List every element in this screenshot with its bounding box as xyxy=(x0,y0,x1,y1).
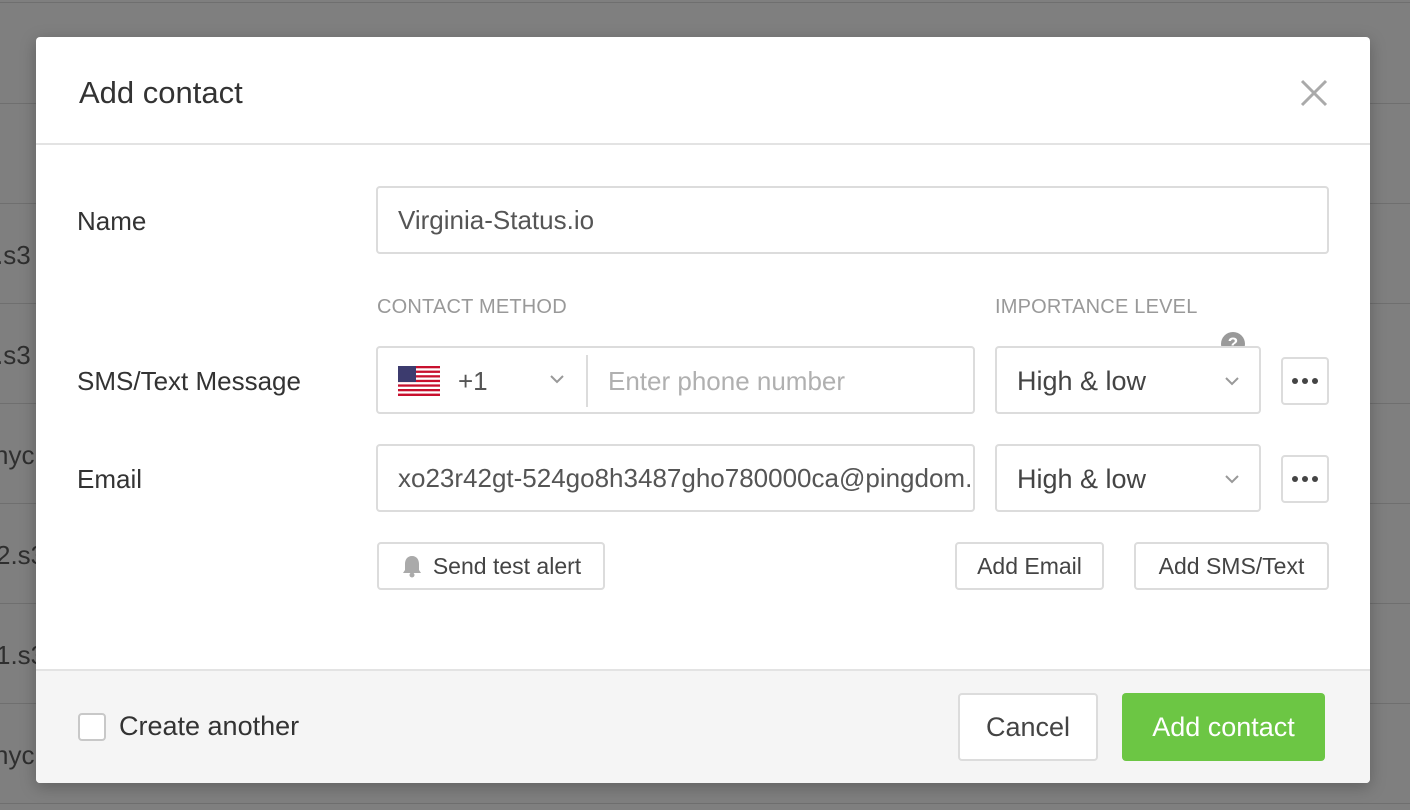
sms-importance-value: High & low xyxy=(1017,366,1147,396)
phone-input-group: +1 Enter phone number xyxy=(376,346,975,414)
background-row-text: .s3 xyxy=(0,340,31,370)
modal-title: Add contact xyxy=(79,75,243,110)
name-label: Name xyxy=(77,206,147,236)
modal-header: Add contact xyxy=(36,37,1370,145)
sms-label: SMS/Text Message xyxy=(77,366,301,396)
dial-code[interactable]: +1 xyxy=(458,366,488,397)
ellipsis-icon xyxy=(1292,378,1298,384)
chevron-down-icon[interactable] xyxy=(548,370,566,388)
add-contact-button[interactable]: Add contact xyxy=(1122,693,1325,761)
create-another-label[interactable]: Create another xyxy=(119,711,299,742)
background-row-text: nyc xyxy=(0,740,35,770)
ellipsis-dot xyxy=(1312,378,1318,384)
modal-footer: Create another Cancel Add contact xyxy=(36,669,1370,783)
email-input[interactable]: xo23r42gt-524go8h3487gho780000ca@pingdom… xyxy=(376,444,975,512)
ellipsis-dot xyxy=(1302,476,1308,482)
background-row-text: nyc xyxy=(0,440,35,470)
chevron-down-icon xyxy=(1225,377,1239,386)
sms-more-button[interactable] xyxy=(1281,357,1329,405)
close-icon xyxy=(1300,79,1328,107)
contact-method-header: CONTACT METHOD xyxy=(377,296,567,318)
sms-importance-select[interactable]: High & low xyxy=(995,346,1261,414)
background-row-divider xyxy=(0,803,1410,804)
email-label: Email xyxy=(77,464,143,494)
ellipsis-dot xyxy=(1302,378,1308,384)
background-row-text: .s3 xyxy=(0,240,31,270)
add-email-button[interactable]: Add Email xyxy=(955,542,1104,590)
chevron-down-icon xyxy=(1225,475,1239,484)
send-test-alert-button[interactable]: Send test alert xyxy=(377,542,605,590)
ellipsis-icon xyxy=(1292,476,1298,482)
create-another-checkbox[interactable] xyxy=(78,713,106,741)
send-test-alert-label: Send test alert xyxy=(432,552,582,579)
phone-number-input[interactable]: Enter phone number xyxy=(608,366,845,397)
background-row-divider xyxy=(0,2,1410,3)
add-contact-modal: Add contact Name Virginia-Status.io CONT… xyxy=(36,37,1370,783)
cancel-button[interactable]: Cancel xyxy=(958,693,1098,761)
importance-level-header: IMPORTANCE LEVEL xyxy=(995,296,1198,318)
email-importance-value: High & low xyxy=(1017,464,1147,494)
name-input[interactable]: Virginia-Status.io xyxy=(376,186,1329,254)
email-importance-select[interactable]: High & low xyxy=(995,444,1261,512)
phone-divider xyxy=(586,355,588,407)
add-sms-button[interactable]: Add SMS/Text xyxy=(1134,542,1329,590)
ellipsis-dot xyxy=(1312,476,1318,482)
email-more-button[interactable] xyxy=(1281,455,1329,503)
bell-icon xyxy=(402,556,421,578)
close-button[interactable] xyxy=(1294,73,1334,113)
us-flag-icon[interactable] xyxy=(398,366,440,396)
